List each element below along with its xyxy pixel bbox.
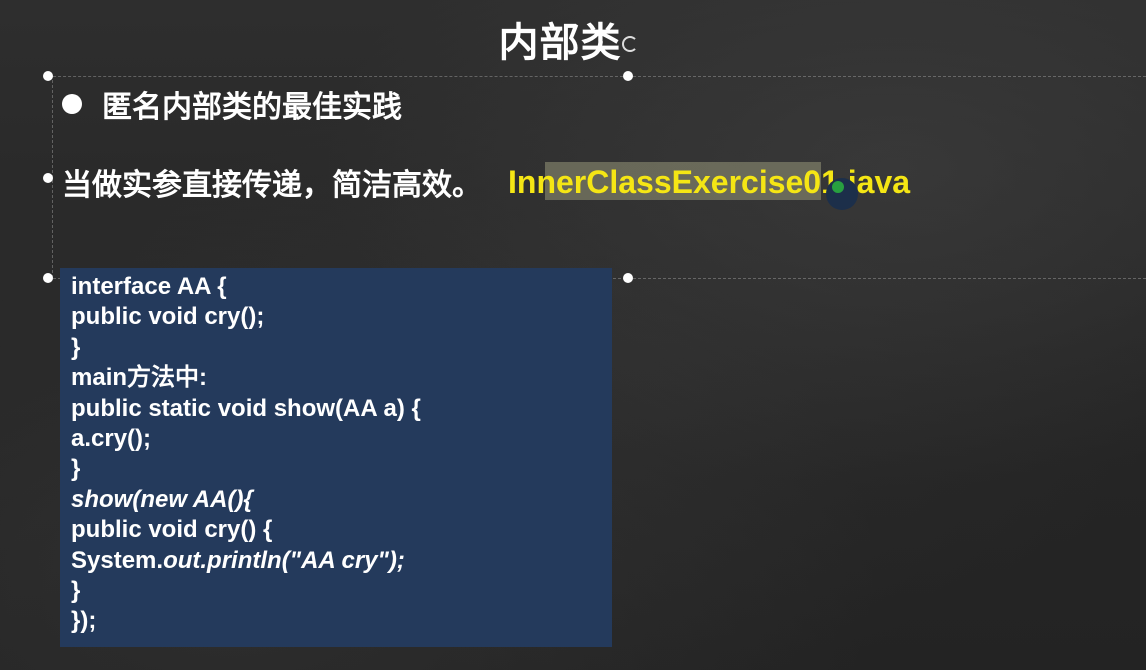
- mouse-cursor-icon: [826, 178, 858, 210]
- code-line: interface AA {: [71, 273, 227, 300]
- code-text-italic: out.println("AA cry");: [163, 546, 405, 574]
- resize-handle-bottom[interactable]: [623, 273, 633, 283]
- resize-handle-left[interactable]: [43, 173, 53, 183]
- code-line: show(new AA(){: [71, 485, 253, 513]
- resize-handle-top-left[interactable]: [43, 71, 53, 81]
- file-name-part1: InnerClassExerci: [508, 163, 768, 200]
- code-line: public static void show(AA a) {: [71, 394, 421, 422]
- rotate-handle-icon[interactable]: [622, 36, 638, 52]
- bullet-item[interactable]: 匿名内部类的最佳实践: [62, 82, 402, 126]
- slide: 内部类 匿名内部类的最佳实践 当做实参直接传递，简洁高效。 InnerClass…: [0, 0, 1146, 670]
- code-line: });: [71, 607, 97, 635]
- bullet-dot-icon: [62, 94, 82, 114]
- code-line: }: [71, 333, 81, 361]
- guide-line-top: [628, 76, 1146, 77]
- code-line: a.cry();: [71, 425, 152, 453]
- description-line[interactable]: 当做实参直接传递，简洁高效。 InnerClassExercise01.java: [62, 160, 910, 204]
- slide-title[interactable]: 内部类: [0, 10, 1120, 68]
- code-block[interactable]: interface AA { public void cry(); } main…: [60, 268, 612, 647]
- code-text: System.: [71, 546, 164, 574]
- code-line: main方法中:: [71, 364, 208, 392]
- code-line: System.out.println("AA cry");: [71, 546, 601, 576]
- resize-handle-top[interactable]: [623, 71, 633, 81]
- code-line: public void cry() {: [71, 516, 273, 544]
- description-text: 当做实参直接传递，简洁高效。: [62, 168, 482, 203]
- code-line: public void cry();: [71, 303, 265, 331]
- code-line: }: [71, 577, 81, 605]
- resize-handle-bottom-left[interactable]: [43, 273, 53, 283]
- bullet-text: 匿名内部类的最佳实践: [102, 90, 402, 125]
- selection-border-top: [48, 76, 628, 77]
- code-line: }: [71, 455, 81, 483]
